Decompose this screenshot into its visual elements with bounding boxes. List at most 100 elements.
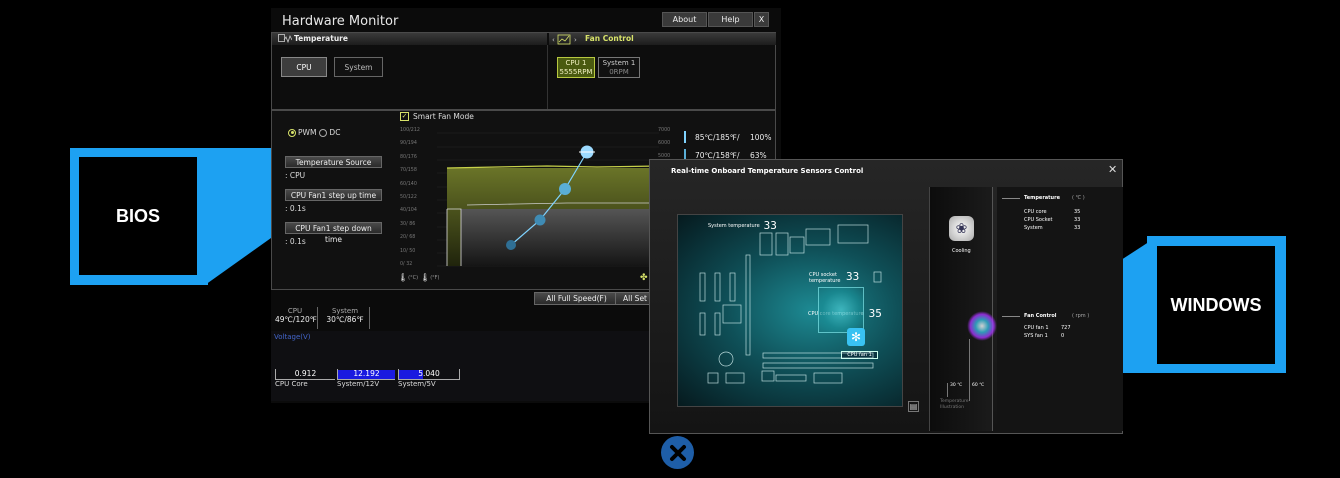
y-tick: 6000 — [658, 141, 671, 146]
smart-fan-checkbox[interactable]: ✓ — [400, 112, 409, 121]
windows-label: WINDOWS — [1157, 246, 1275, 364]
row-name: CPU fan 1 — [1024, 325, 1049, 331]
step-down-value: : 0.1s — [285, 237, 306, 246]
y-tick: 70/158 — [400, 168, 417, 174]
temp-high-label: 60 ℃ — [972, 383, 985, 388]
table-row: CPU fan 1 727 — [1024, 325, 1104, 333]
y-tick: 10/ 50 — [400, 248, 416, 254]
voltage-panel: Voltage(V) 0.912 CPU Core 12.192 System/… — [271, 331, 651, 401]
fan-unit: ( rpm ) — [1072, 313, 1090, 319]
window-title: Hardware Monitor — [282, 14, 399, 29]
voltage-value: 12.192 — [353, 369, 380, 378]
smart-fan-label: Smart Fan Mode — [413, 112, 474, 121]
tab-system[interactable]: System — [334, 57, 383, 77]
help-button[interactable]: Help — [708, 12, 753, 27]
y-tick: 60/140 — [400, 181, 417, 187]
system-readout: System 30℃/86℉ — [323, 307, 367, 324]
about-button[interactable]: About — [662, 12, 707, 27]
y-tick: 90/194 — [400, 141, 417, 147]
legend-pct: 100% — [750, 132, 772, 142]
thermometer-icon: 🌡 — [420, 273, 431, 282]
voltage-name: System/5V — [398, 380, 436, 388]
top-panel: Temperature Fan Control ‹ › CPU System C… — [271, 32, 776, 110]
svg-text:‹: ‹ — [552, 36, 555, 44]
dc-radio[interactable] — [319, 128, 328, 137]
cpu-readout: CPU 49℃/120℉ — [275, 307, 317, 324]
voltage-cpu-core: 0.912 CPU Core — [275, 369, 335, 388]
dialog-title: Real-time Onboard Temperature Sensors Co… — [671, 167, 864, 175]
readout-name: CPU — [287, 307, 303, 315]
temperature-section-header: Temperature — [1024, 195, 1060, 201]
row-value: 33 — [1074, 225, 1081, 231]
voltage-name: System/12V — [337, 380, 380, 388]
voltage-header: Voltage(V) — [274, 333, 311, 341]
pwm-radio[interactable] — [288, 128, 296, 137]
fan-table: CPU fan 1 727 SYS fan 1 0 — [1024, 325, 1104, 341]
svg-text:›: › — [574, 36, 577, 44]
fan-small-icon: ✤ — [640, 273, 648, 283]
legend-temp: 85℃/185℉/ — [695, 132, 740, 142]
temperature-source-value: : CPU — [285, 171, 306, 180]
y-tick: 20/ 68 — [400, 235, 416, 241]
temperature-header: Temperature — [272, 33, 547, 45]
step-up-button[interactable]: CPU Fan1 step up time — [285, 189, 382, 201]
temperature-table: CPU core 35 CPU Socket 33 System 33 — [1024, 209, 1104, 233]
row-name: CPU Socket — [1024, 217, 1053, 223]
table-row: SYS fan 1 0 — [1024, 333, 1104, 341]
voltage-name: CPU Core — [275, 380, 308, 388]
motherboard-diagram: System temperature 33 CPU socket tempera… — [677, 214, 903, 407]
fan-cpu1-button[interactable]: CPU 1 5555RPM — [557, 57, 595, 78]
curve-point — [559, 183, 571, 195]
table-row: CPU Socket 33 — [1024, 217, 1104, 225]
fan-name: System 1 — [602, 59, 636, 67]
fan-curve-graph[interactable] — [437, 125, 659, 271]
legend-row: 85℃/185℉/ 100% — [684, 129, 774, 145]
board-toggle-icon[interactable]: ▤ — [908, 401, 919, 412]
fan-section-header: Fan Control — [1024, 313, 1057, 319]
close-button[interactable]: X — [754, 12, 769, 27]
temp-low-label: 30 ℃ — [950, 383, 963, 388]
y-tick: 100/212 — [400, 128, 420, 133]
bios-label: BIOS — [79, 157, 197, 275]
fan-system1-button[interactable]: System 1 0RPM — [598, 57, 640, 78]
table-row: System 33 — [1024, 225, 1104, 233]
readouts-panel: Temperature ( ℃ ) CPU core 35 CPU Socket… — [997, 187, 1123, 431]
unit-row: 🌡 (°C) 🌡 (°F) — [398, 273, 440, 282]
fan-speed: 5555RPM — [559, 68, 593, 76]
row-name: CPU core — [1024, 209, 1047, 215]
temperature-glow — [967, 311, 997, 341]
step-down-button[interactable]: CPU Fan1 step down time — [285, 222, 382, 244]
readout-name: System — [331, 307, 359, 315]
x-mark-icon — [669, 444, 686, 461]
all-full-speed-button[interactable]: All Full Speed(F) — [534, 292, 619, 305]
curve-point — [506, 240, 516, 250]
readout-value: 30℃/86℉ — [326, 315, 364, 324]
close-circle-icon[interactable] — [661, 436, 694, 469]
mode-selector: PWM DC — [288, 128, 340, 137]
cooling-label: Cooling — [952, 248, 971, 254]
y-axis-left: 100/212 90/194 80/176 70/158 60/140 50/1… — [400, 128, 430, 275]
unit-fahrenheit: (°F) — [430, 274, 440, 281]
y-tick: 30/ 86 — [400, 221, 416, 227]
legend-swatch — [684, 131, 686, 143]
fan-control-icon: ‹ › — [552, 34, 577, 45]
y-tick: 40/104 — [400, 208, 417, 214]
temperature-source-button[interactable]: Temperature Source — [285, 156, 382, 168]
smart-fan-mode-option[interactable]: ✓ Smart Fan Mode — [400, 112, 474, 121]
dialog-close-button[interactable]: ✕ — [1108, 163, 1117, 176]
dc-label: DC — [329, 128, 341, 137]
tab-cpu[interactable]: CPU — [281, 57, 327, 77]
illustration-column: ❀ Cooling 30 ℃ 60 ℃ Temperature Illustra… — [929, 187, 997, 431]
temperature-unit: ( ℃ ) — [1072, 195, 1085, 201]
cooling-icon[interactable]: ❀ — [949, 216, 974, 241]
table-row: CPU core 35 — [1024, 209, 1104, 217]
illustration-caption: Temperature Illustration — [940, 399, 969, 411]
board-outline — [699, 224, 882, 384]
row-value: 727 — [1061, 325, 1071, 331]
y-tick: 7000 — [658, 128, 671, 133]
voltage-12v: 12.192 System/12V — [337, 369, 395, 388]
voltage-value: 0.912 — [294, 369, 317, 378]
bios-callout-connector — [205, 148, 271, 285]
sensors-dialog: Real-time Onboard Temperature Sensors Co… — [649, 159, 1123, 434]
row-value: 35 — [1074, 209, 1081, 215]
